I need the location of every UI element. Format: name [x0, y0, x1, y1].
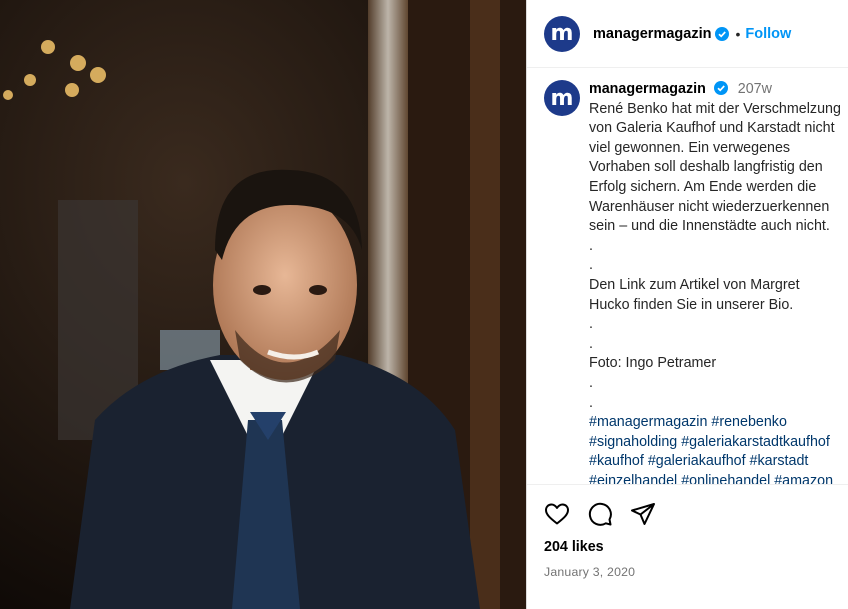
caption-line: Vorhaben soll deshalb langfristig den — [589, 159, 823, 176]
like-button[interactable] — [544, 502, 570, 526]
post-date[interactable]: January 3, 2020 — [544, 565, 848, 579]
caption-text: managermagazin 207w René Benko hat mit d… — [589, 80, 841, 484]
separator-dot: • — [735, 25, 741, 42]
caption-line: . — [589, 257, 593, 274]
caption-line: Foto: Ingo Petramer — [589, 355, 717, 372]
caption-line: sein – und die Innenstädte auch nicht. — [589, 218, 830, 235]
portrait-image — [0, 0, 526, 609]
hashtag-line[interactable]: #kaufhof #galeriakaufhof #karstadt — [589, 452, 841, 472]
hashtag-line[interactable]: #managermagazin #renebenko — [589, 413, 841, 433]
post-age[interactable]: 207w — [738, 81, 772, 97]
heart-icon — [545, 503, 569, 525]
caption-line: Warenhäuser nicht wiederzuerkennen — [589, 198, 830, 215]
avatar[interactable]: m — [544, 15, 580, 52]
hashtag-line[interactable]: #signaholding #galeriakarstadtkaufhof — [589, 433, 841, 453]
caption-line: René Benko hat mit der Verschmelzung — [589, 100, 841, 117]
verified-badge-icon — [713, 81, 728, 95]
caption-line: Den Link zum Artikel von Margret — [589, 276, 800, 293]
post-actions: 204 likes January 3, 2020 — [527, 484, 848, 579]
caption-line: . — [589, 237, 593, 254]
caption-line: . — [589, 335, 593, 352]
caption-username[interactable]: managermagazin — [589, 81, 706, 97]
comment-button[interactable] — [587, 501, 613, 527]
caption-line: . — [589, 316, 593, 333]
caption-avatar[interactable]: m — [544, 80, 580, 116]
username-link[interactable]: managermagazin — [593, 26, 711, 42]
post-sidebar: m managermagazin • Follow m managermagaz… — [526, 0, 848, 609]
caption-line: viel gewonnen. Ein verwegenes — [589, 139, 791, 156]
likes-count[interactable]: 204 likes — [544, 539, 848, 555]
share-icon — [631, 503, 655, 525]
follow-button[interactable]: Follow — [745, 26, 791, 42]
share-button[interactable] — [630, 502, 656, 526]
comment-icon — [588, 502, 612, 526]
post-photo[interactable] — [0, 0, 526, 609]
caption-line: . — [589, 394, 593, 411]
instagram-post-view: m managermagazin • Follow m managermagaz… — [0, 0, 848, 609]
hashtag-line[interactable]: #einzelhandel #onlinehandel #amazon — [589, 472, 841, 484]
post-header: m managermagazin • Follow — [527, 0, 848, 68]
caption-line: . — [589, 374, 593, 391]
verified-badge-icon — [715, 26, 730, 41]
caption-line: Hucko finden Sie in unserer Bio. — [589, 296, 794, 313]
caption-area: m managermagazin 207w René Benko hat mit… — [544, 80, 848, 484]
caption-line: von Galeria Kaufhof und Karstadt nicht — [589, 120, 835, 137]
caption-line: Erfolg sichern. Am Ende werden die — [589, 178, 817, 195]
